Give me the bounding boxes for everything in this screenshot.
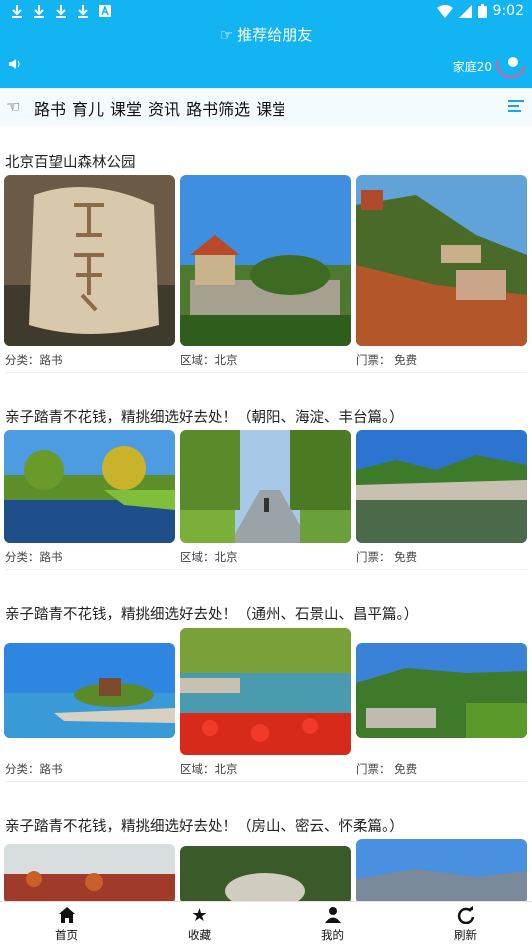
speaker-icon[interactable] — [8, 58, 22, 73]
battery-icon — [477, 4, 487, 18]
hand-point-icon: ☞ — [219, 26, 234, 44]
hand-swipe-icon: ☜ — [6, 97, 21, 116]
download-icon — [34, 5, 44, 18]
nav-favorites-label: 收藏 — [188, 928, 211, 942]
refresh-icon — [399, 906, 532, 926]
article-ticket: 门票： 免费 — [356, 550, 418, 564]
home-icon — [0, 906, 133, 926]
status-time: 9:02 — [492, 3, 524, 19]
tab-lushu[interactable]: 路书 — [34, 100, 66, 119]
tab-yuer[interactable]: 育儿 — [72, 100, 104, 119]
nav-home[interactable]: 首页 — [0, 902, 133, 946]
refresh-dot — [508, 57, 518, 67]
nav-mine-label: 我的 — [321, 928, 344, 942]
article-image[interactable] — [356, 643, 527, 738]
article-image[interactable] — [4, 175, 175, 346]
divider — [5, 569, 527, 570]
bottom-nav: 首页 ★ 收藏 我的 刷新 — [0, 901, 532, 946]
article-category: 分类：路书 — [5, 550, 63, 564]
share-button[interactable]: ☞ 推荐给朋友 — [0, 24, 532, 45]
app-header: 9:02 ☞ 推荐给朋友 家庭20 — [0, 0, 532, 88]
tab-list: 路书 育儿 课堂 资讯 路书筛选 课堂 — [34, 96, 284, 120]
download-icon — [12, 5, 22, 18]
article-category: 分类：路书 — [5, 762, 63, 776]
share-label: 推荐给朋友 — [237, 26, 313, 44]
article-ticket: 门票： 免费 — [356, 353, 418, 367]
tab-ketang[interactable]: 课堂 — [110, 100, 142, 119]
nav-refresh[interactable]: 刷新 — [399, 902, 532, 946]
divider — [5, 781, 527, 782]
article-image[interactable] — [180, 430, 351, 543]
tab-lushu-filter[interactable]: 路书筛选 — [186, 100, 250, 119]
category-tab-bar: ☜ 路书 育儿 课堂 资讯 路书筛选 课堂 — [0, 88, 532, 126]
nav-refresh-label: 刷新 — [454, 928, 477, 942]
article-title[interactable]: 亲子踏青不花钱，精挑细选好去处！（通州、石景山、昌平篇。） — [5, 603, 418, 624]
article-image[interactable] — [356, 175, 527, 346]
user-icon — [266, 906, 399, 926]
nav-mine[interactable]: 我的 — [266, 902, 399, 946]
article-title[interactable]: 亲子踏青不花钱，精挑细选好去处！（房山、密云、怀柔篇。） — [5, 815, 404, 836]
download-icon — [78, 5, 88, 18]
article-image[interactable] — [356, 839, 527, 901]
article-title[interactable]: 亲子踏青不花钱，精挑细选好去处！（朝阳、海淀、丰台篇。） — [5, 406, 404, 427]
tab-ketang-2[interactable]: 课堂 — [256, 100, 284, 119]
article-region: 区域：北京 — [180, 550, 238, 564]
divider — [5, 372, 527, 373]
star-icon: ★ — [191, 905, 208, 926]
article-list: 北京百望山森林公园 分类：路书 区域：北京 门票： 免费 亲子踏青不花钱，精挑细… — [0, 126, 532, 901]
nav-home-label: 首页 — [55, 928, 78, 942]
nav-favorites[interactable]: ★ 收藏 — [133, 902, 266, 946]
article-title[interactable]: 北京百望山森林公园 — [5, 151, 136, 172]
family-label[interactable]: 家庭20 — [453, 58, 492, 75]
download-icon — [56, 5, 66, 18]
signal-icon — [458, 4, 472, 18]
article-image[interactable] — [180, 846, 351, 901]
article-image[interactable] — [356, 430, 527, 543]
article-image[interactable] — [180, 175, 351, 346]
status-bar: 9:02 — [0, 0, 532, 24]
article-category: 分类：路书 — [5, 353, 63, 367]
menu-icon[interactable] — [508, 100, 524, 114]
article-region: 区域：北京 — [180, 353, 238, 367]
tab-zixun[interactable]: 资讯 — [148, 100, 180, 119]
article-image[interactable] — [4, 430, 175, 543]
article-image[interactable] — [180, 628, 351, 755]
article-ticket: 门票： 免费 — [356, 762, 418, 776]
text-icon — [99, 4, 111, 17]
article-image[interactable] — [4, 844, 175, 901]
article-region: 区域：北京 — [180, 762, 238, 776]
wifi-icon — [436, 4, 453, 18]
article-image[interactable] — [4, 643, 175, 738]
